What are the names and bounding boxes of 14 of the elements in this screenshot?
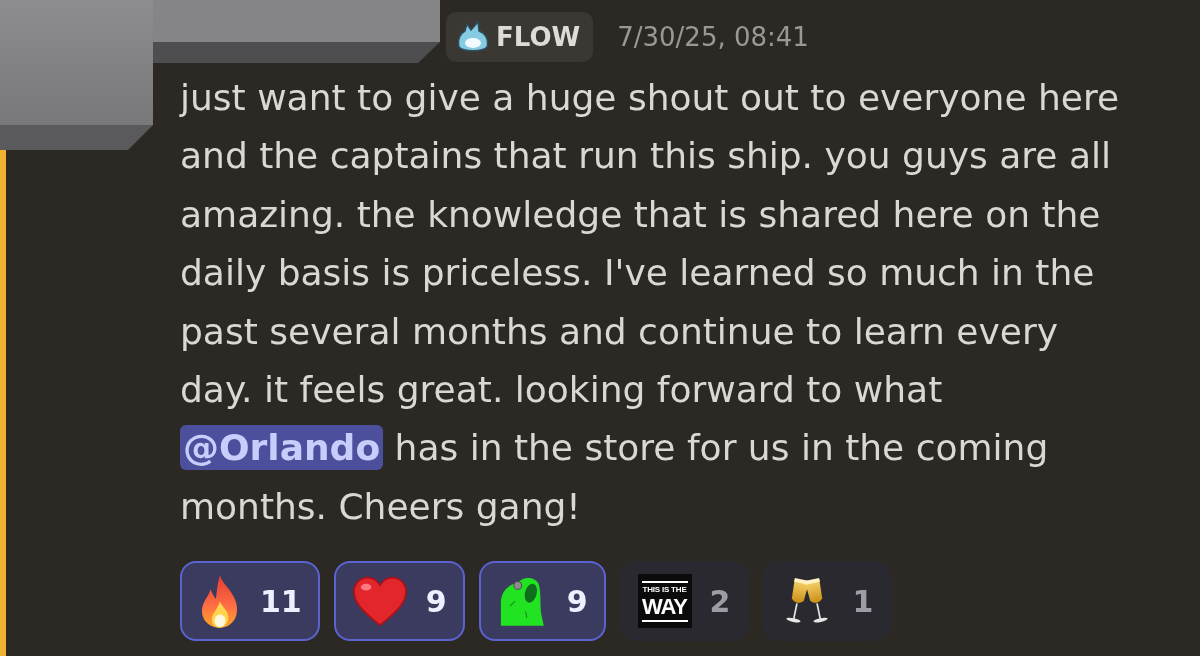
reaction-button[interactable]: THIS IS THE WAY 2 bbox=[619, 561, 749, 642]
reaction-button[interactable]: 11 bbox=[180, 561, 320, 642]
reaction-button[interactable]: 1 bbox=[762, 561, 892, 642]
heart-emoji-icon bbox=[351, 575, 408, 628]
user-mention[interactable]: @Orlando bbox=[180, 425, 384, 471]
poster-title: WAY bbox=[641, 595, 688, 618]
guild-tag-label: FLOW bbox=[496, 22, 581, 52]
flame-icon bbox=[455, 21, 491, 53]
message-text: just want to give a huge shout out to everyone here and the captains that run this ship. you guys are all amazing. the knowledge that is shared here on the daily basis is priceless. I've learned so much in the past several months and continue to learn every day. it feels great. looking forward to what @Orlando has in the store for us in the coming months. Cheers gang! bbox=[180, 76, 1121, 529]
guild-tag[interactable]: FLOW bbox=[446, 12, 594, 62]
poster-caption: THIS IS THE bbox=[642, 584, 687, 594]
reaction-button[interactable]: 9 bbox=[478, 561, 606, 642]
reaction-button[interactable]: 9 bbox=[333, 561, 465, 642]
message-timestamp: 7/30/25, 08:41 bbox=[617, 22, 809, 52]
